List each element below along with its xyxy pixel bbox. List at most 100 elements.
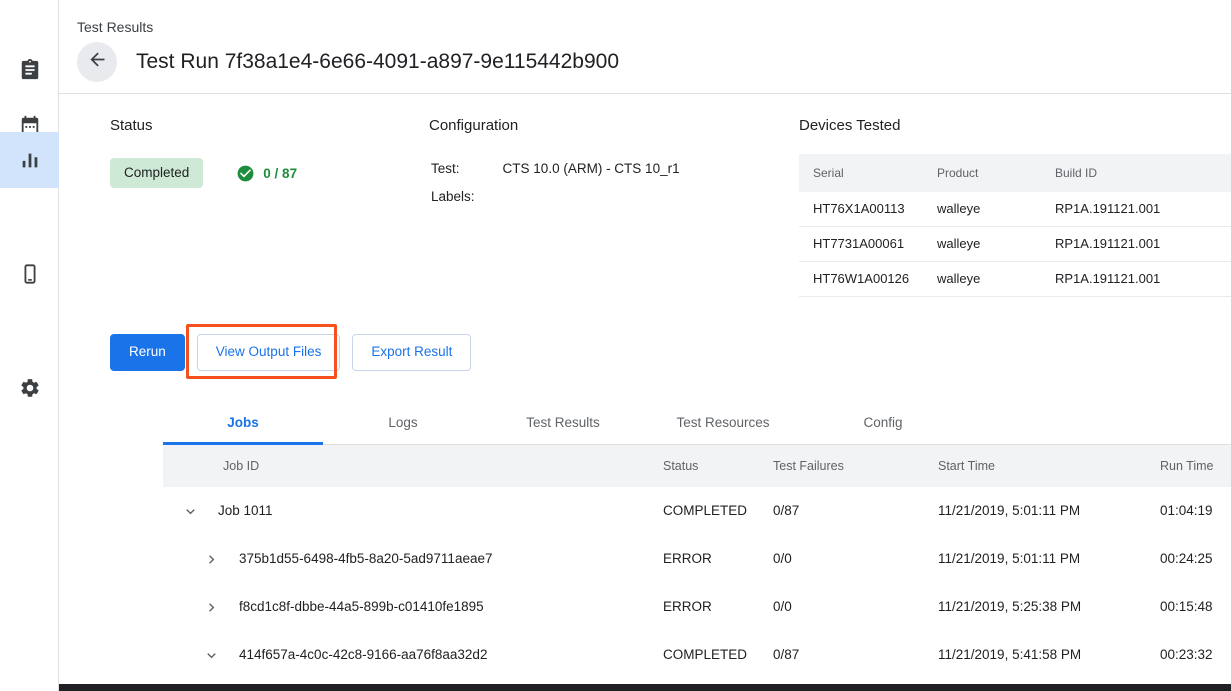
table-row[interactable]: 375b1d55-6498-4fb5-8a20-5ad9711aeae7 ERR… (163, 535, 1231, 583)
jobs-col-start-time: Start Time (938, 445, 1160, 487)
sidebar-item-settings[interactable] (0, 360, 59, 416)
job-test-failures: 0/87 (773, 631, 938, 679)
job-id-text: 375b1d55-6498-4fb5-8a20-5ad9711aeae7 (239, 550, 492, 568)
job-start-time: 11/21/2019, 5:41:58 PM (938, 631, 1160, 679)
job-id-cell: f8cd1c8f-dbbe-44a5-899b-c01410fe1895 (163, 583, 663, 631)
tab-logs[interactable]: Logs (323, 403, 483, 444)
status-heading: Status (110, 116, 429, 136)
chevron-right-icon[interactable] (199, 547, 223, 571)
job-run-time: 00:24:25 (1160, 535, 1231, 583)
job-id-cell: 375b1d55-6498-4fb5-8a20-5ad9711aeae7 (163, 535, 663, 583)
job-id-cell: Job 1011 (163, 487, 663, 535)
device-product: walleye (937, 227, 1055, 262)
breadcrumb: Test Results (77, 18, 1231, 36)
job-start-time: 11/21/2019, 5:01:11 PM (938, 487, 1160, 535)
chevron-down-icon[interactable] (199, 643, 223, 667)
jobs-header-row: Job ID Status Test Failures Start Time R… (163, 445, 1231, 487)
job-status: ERROR (663, 583, 773, 631)
job-id-text: 414f657a-4c0c-42c8-9166-aa76f8aa32d2 (239, 646, 487, 664)
status-row: Completed 0 / 87 (110, 158, 429, 188)
job-status: ERROR (663, 535, 773, 583)
table-row[interactable]: f8cd1c8f-dbbe-44a5-899b-c01410fe1895 ERR… (163, 583, 1231, 631)
tab-config[interactable]: Config (803, 403, 963, 444)
devices-col-serial: Serial (799, 154, 937, 192)
status-column: Status Completed 0 / 87 (59, 116, 429, 297)
table-row: HT7731A00061 walleye RP1A.191121.001 (799, 227, 1231, 262)
config-row-test: Test: CTS 10.0 (ARM) - CTS 10_r1 (431, 160, 680, 186)
device-serial: HT7731A00061 (799, 227, 937, 262)
devices-column: Devices Tested Serial Product Build ID H… (799, 116, 1231, 297)
arrow-back-icon (87, 49, 108, 75)
back-button[interactable] (77, 42, 117, 82)
sidebar (0, 0, 59, 691)
main-content: Test Results Test Run 7f38a1e4-6e66-4091… (59, 0, 1231, 691)
devices-header-row: Serial Product Build ID (799, 154, 1231, 192)
device-build-id: RP1A.191121.001 (1055, 227, 1231, 262)
clipboard-icon (19, 59, 41, 81)
jobs-col-test-failures: Test Failures (773, 445, 938, 487)
rerun-button[interactable]: Rerun (110, 334, 185, 371)
view-output-files-button[interactable]: View Output Files (197, 334, 341, 371)
page-header: Test Results Test Run 7f38a1e4-6e66-4091… (59, 0, 1231, 94)
device-serial: HT76X1A00113 (799, 192, 937, 227)
job-status: COMPLETED (663, 487, 773, 535)
jobs-col-status: Status (663, 445, 773, 487)
job-id-cell: 414f657a-4c0c-42c8-9166-aa76f8aa32d2 (163, 631, 663, 679)
chevron-right-icon[interactable] (199, 595, 223, 619)
export-result-button[interactable]: Export Result (352, 334, 471, 371)
job-status: COMPLETED (663, 631, 773, 679)
chevron-down-icon[interactable] (178, 499, 202, 523)
check-circle-icon (236, 164, 255, 183)
tab-jobs[interactable]: Jobs (163, 403, 323, 444)
app-root: Test Results Test Run 7f38a1e4-6e66-4091… (0, 0, 1231, 691)
bottom-bar (59, 684, 1231, 691)
devices-heading: Devices Tested (799, 116, 1231, 136)
jobs-col-job-id: Job ID (163, 445, 663, 487)
tab-test-results[interactable]: Test Results (483, 403, 643, 444)
job-test-failures: 0/0 (773, 583, 938, 631)
config-label-test: Test: (431, 160, 501, 186)
config-row-labels: Labels: (431, 188, 680, 214)
configuration-heading: Configuration (429, 116, 799, 136)
job-run-time: 01:04:19 (1160, 487, 1231, 535)
device-serial: HT76W1A00126 (799, 262, 937, 297)
device-product: walleye (937, 262, 1055, 297)
status-badge: Completed (110, 158, 203, 188)
jobs-col-run-time: Run Time (1160, 445, 1231, 487)
config-value-test: CTS 10.0 (ARM) - CTS 10_r1 (503, 160, 680, 186)
job-start-time: 11/21/2019, 5:01:11 PM (938, 535, 1160, 583)
config-value-labels (503, 188, 680, 214)
configuration-column: Configuration Test: CTS 10.0 (ARM) - CTS… (429, 116, 799, 297)
device-build-id: RP1A.191121.001 (1055, 192, 1231, 227)
tab-test-resources[interactable]: Test Resources (643, 403, 803, 444)
bar-chart-icon (19, 149, 41, 171)
devices-col-build-id: Build ID (1055, 154, 1231, 192)
job-start-time: 11/21/2019, 5:25:38 PM (938, 583, 1160, 631)
config-label-labels: Labels: (431, 188, 501, 214)
sidebar-item-test-results[interactable] (0, 132, 59, 188)
job-run-time: 00:23:32 (1160, 631, 1231, 679)
page-title: Test Run 7f38a1e4-6e66-4091-a897-9e11544… (136, 49, 619, 75)
failure-count-text: 0 / 87 (263, 166, 297, 181)
job-test-failures: 0/0 (773, 535, 938, 583)
gear-icon (19, 377, 41, 399)
devices-col-product: Product (937, 154, 1055, 192)
sidebar-item-devices[interactable] (0, 246, 59, 302)
jobs-table: Job ID Status Test Failures Start Time R… (163, 445, 1231, 691)
table-row: HT76W1A00126 walleye RP1A.191121.001 (799, 262, 1231, 297)
title-row: Test Run 7f38a1e4-6e66-4091-a897-9e11544… (77, 42, 1231, 82)
devices-table: Serial Product Build ID HT76X1A00113 wal… (799, 154, 1231, 297)
table-row[interactable]: 414f657a-4c0c-42c8-9166-aa76f8aa32d2 COM… (163, 631, 1231, 679)
job-test-failures: 0/87 (773, 487, 938, 535)
device-product: walleye (937, 192, 1055, 227)
action-buttons: Rerun View Output Files Export Result (110, 333, 1231, 371)
configuration-table: Test: CTS 10.0 (ARM) - CTS 10_r1 Labels: (429, 158, 682, 216)
device-icon (19, 263, 41, 285)
table-row: HT76X1A00113 walleye RP1A.191121.001 (799, 192, 1231, 227)
sidebar-item-test-suites[interactable] (0, 42, 59, 98)
job-id-text: f8cd1c8f-dbbe-44a5-899b-c01410fe1895 (239, 598, 484, 616)
device-build-id: RP1A.191121.001 (1055, 262, 1231, 297)
summary-section: Status Completed 0 / 87 Configuration (59, 94, 1231, 297)
job-id-text: Job 1011 (218, 502, 273, 520)
table-row[interactable]: Job 1011 COMPLETED 0/87 11/21/2019, 5:01… (163, 487, 1231, 535)
